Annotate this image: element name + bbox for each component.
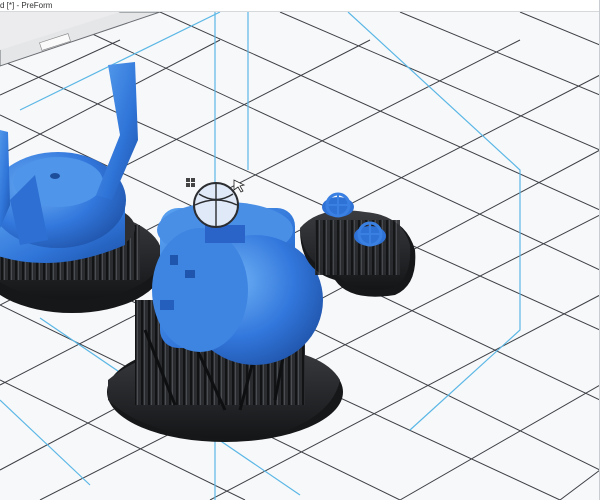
selection-grip-icon[interactable] xyxy=(186,178,195,187)
3d-viewport[interactable] xyxy=(0,12,600,500)
claw-dome-part[interactable] xyxy=(0,62,164,313)
window-title: d [*] - PreForm xyxy=(0,1,53,10)
window-titlebar: d [*] - PreForm xyxy=(0,0,600,12)
